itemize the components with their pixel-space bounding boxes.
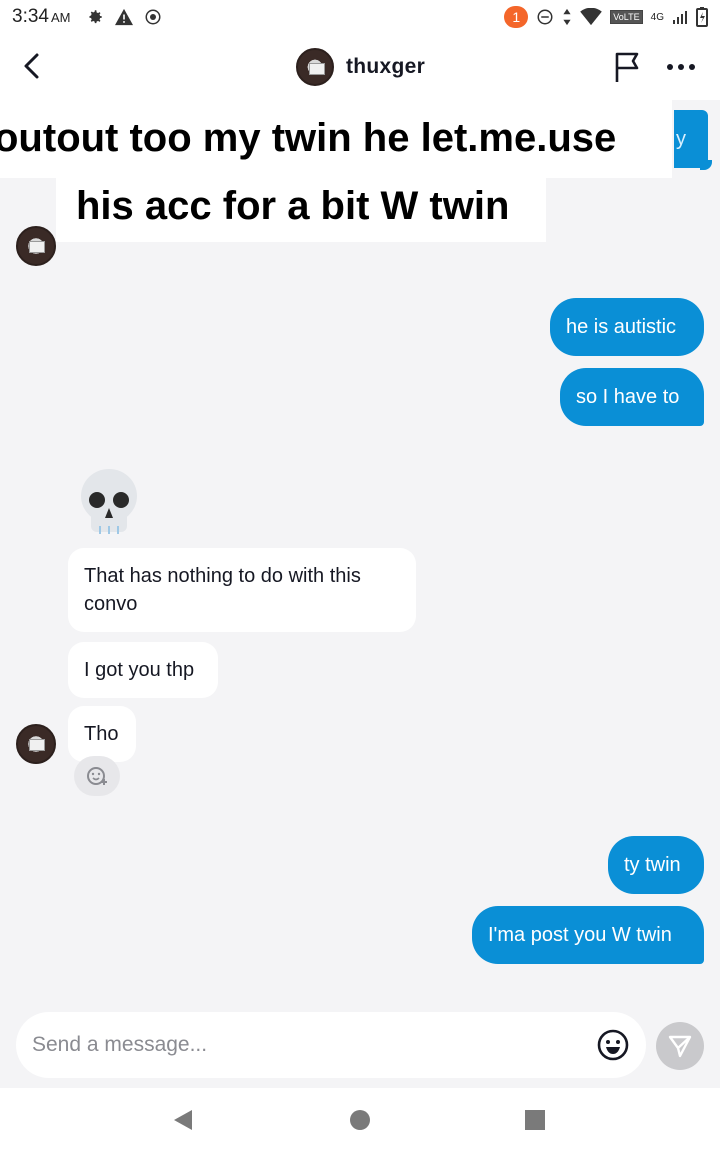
nav-home-icon[interactable] (350, 1110, 370, 1130)
skull-emoji[interactable] (76, 466, 142, 538)
message-composer (16, 1012, 646, 1078)
add-reaction-icon (87, 767, 107, 785)
signal-icon (673, 11, 687, 24)
network-type: 4G (650, 11, 664, 23)
report-flag-icon[interactable] (612, 50, 644, 84)
status-left-icons (86, 8, 162, 26)
status-time: 3:34 AM (12, 6, 71, 27)
chat-header: thuxger (0, 34, 720, 100)
message-bubble-outgoing[interactable]: he is autistic (550, 298, 704, 356)
message-bubble-incoming[interactable]: That has nothing to do with this convo (68, 548, 416, 632)
settings-icon (89, 10, 103, 24)
overlay-caption-line-1: outout too my twin he let.me.use (0, 98, 672, 178)
record-icon (145, 9, 161, 25)
message-input[interactable] (32, 1026, 592, 1064)
emoji-icon[interactable] (596, 1028, 630, 1062)
username[interactable]: thuxger (346, 55, 425, 79)
overlay-caption-line-2: his acc for a bit W twin (56, 178, 546, 242)
message-bubble-outgoing[interactable]: ty twin (608, 836, 704, 894)
wifi-icon (580, 8, 603, 26)
notification-badge: 1 (504, 6, 529, 28)
battery-icon (696, 7, 708, 27)
message-bubble-incoming[interactable]: Tho (68, 706, 136, 762)
system-nav-bar (0, 1088, 720, 1152)
data-arrows-icon (563, 8, 571, 26)
back-button[interactable] (14, 48, 50, 84)
send-icon (668, 1035, 692, 1058)
message-bubble-outgoing[interactable]: so I have to (560, 368, 704, 426)
do-not-disturb-icon (537, 9, 553, 25)
nav-back-icon[interactable] (172, 1108, 196, 1132)
nav-recents-icon[interactable] (525, 1110, 545, 1130)
volte-indicator: VoLTE (610, 10, 643, 24)
message-bubble-outgoing[interactable]: I'ma post you W twin (472, 906, 704, 964)
bubble-tail (700, 160, 712, 170)
header-user[interactable]: thuxger (296, 48, 425, 86)
avatar[interactable] (16, 226, 56, 266)
message-bubble-incoming[interactable]: I got you thp (68, 642, 218, 698)
avatar[interactable] (296, 48, 334, 86)
warning-icon (115, 8, 134, 26)
send-button[interactable] (656, 1022, 704, 1070)
more-options-icon[interactable] (664, 54, 698, 80)
status-right-icons: 1 VoLTE 4G (504, 6, 708, 28)
status-bar: 3:34 AM 1 VoLTE 4G (0, 0, 720, 34)
add-reaction-button[interactable] (74, 756, 120, 796)
avatar[interactable] (16, 724, 56, 764)
